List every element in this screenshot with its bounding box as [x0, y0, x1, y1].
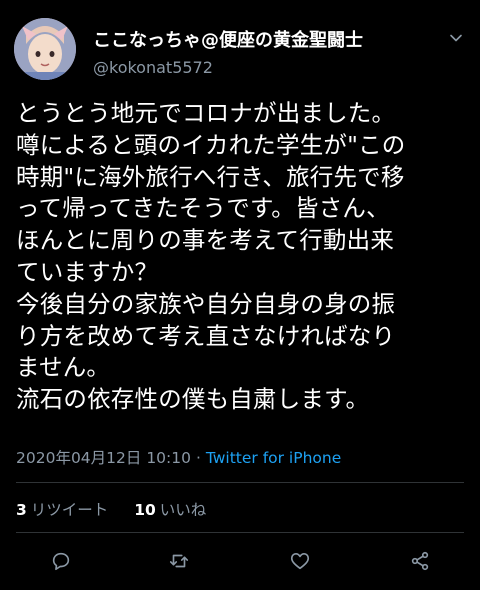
tweet-line: り方を改めて考え直さなければなり — [16, 321, 396, 350]
tweet-line: 流石の依存性の僕も自粛します。 — [16, 385, 370, 414]
tweet-line: ていますか？ — [16, 257, 159, 286]
action-bar — [0, 548, 480, 578]
tweet-meta: 2020年04月12日 10:10 · Twitter for iPhone — [16, 446, 341, 468]
likes-count: 10 — [134, 501, 156, 519]
tweet-line: 今後自分の家族や自分自身の身の振 — [16, 289, 396, 318]
display-name[interactable]: ここなっちゃ@便座の黄金聖闘士 — [93, 26, 363, 52]
tweet-text: とうとう地元でコロナが出ました。 噂によると頭のイカれた学生が"この 時期"に海… — [16, 98, 468, 416]
tweet-line: とうとう地元でコロナが出ました。 — [16, 99, 396, 127]
retweets-label: リツイート — [30, 501, 109, 519]
tweet-line: って帰ってきたそうです。皆さん、 — [16, 194, 390, 223]
chevron-down-icon[interactable] — [446, 28, 466, 48]
tweet-line: ません。 — [16, 353, 111, 382]
retweets-stat[interactable]: 3 リツイート — [16, 501, 113, 519]
divider — [16, 482, 464, 483]
share-button[interactable] — [407, 548, 433, 574]
reply-button[interactable] — [48, 548, 74, 574]
likes-stat[interactable]: 10 いいね — [134, 501, 206, 519]
tweet-line: 噂によると頭のイカれた学生が"この — [16, 130, 406, 159]
tweet-line: 時期"に海外旅行へ行き、旅行先で移 — [16, 162, 405, 191]
meta-separator: · — [195, 449, 201, 467]
user-handle[interactable]: @kokonat5572 — [93, 58, 213, 77]
likes-label: いいね — [159, 501, 207, 519]
retweet-button[interactable] — [166, 548, 192, 574]
retweet-icon — [169, 554, 189, 568]
source-link[interactable]: Twitter for iPhone — [206, 449, 341, 467]
avatar-image — [14, 18, 76, 80]
avatar[interactable] — [14, 18, 76, 80]
share-icon — [411, 551, 429, 571]
like-button[interactable] — [287, 548, 313, 574]
retweets-count: 3 — [16, 501, 27, 519]
reply-icon — [52, 552, 70, 571]
tweet-stats: 3 リツイート 10 いいね — [16, 498, 206, 520]
tweet-line: ほんとに周りの事を考えて行動出来 — [16, 226, 395, 255]
heart-icon — [290, 553, 310, 570]
timestamp[interactable]: 2020年04月12日 10:10 — [16, 449, 191, 467]
tweet-header: ここなっちゃ@便座の黄金聖闘士 @kokonat5572 — [14, 18, 466, 84]
divider — [16, 532, 464, 533]
